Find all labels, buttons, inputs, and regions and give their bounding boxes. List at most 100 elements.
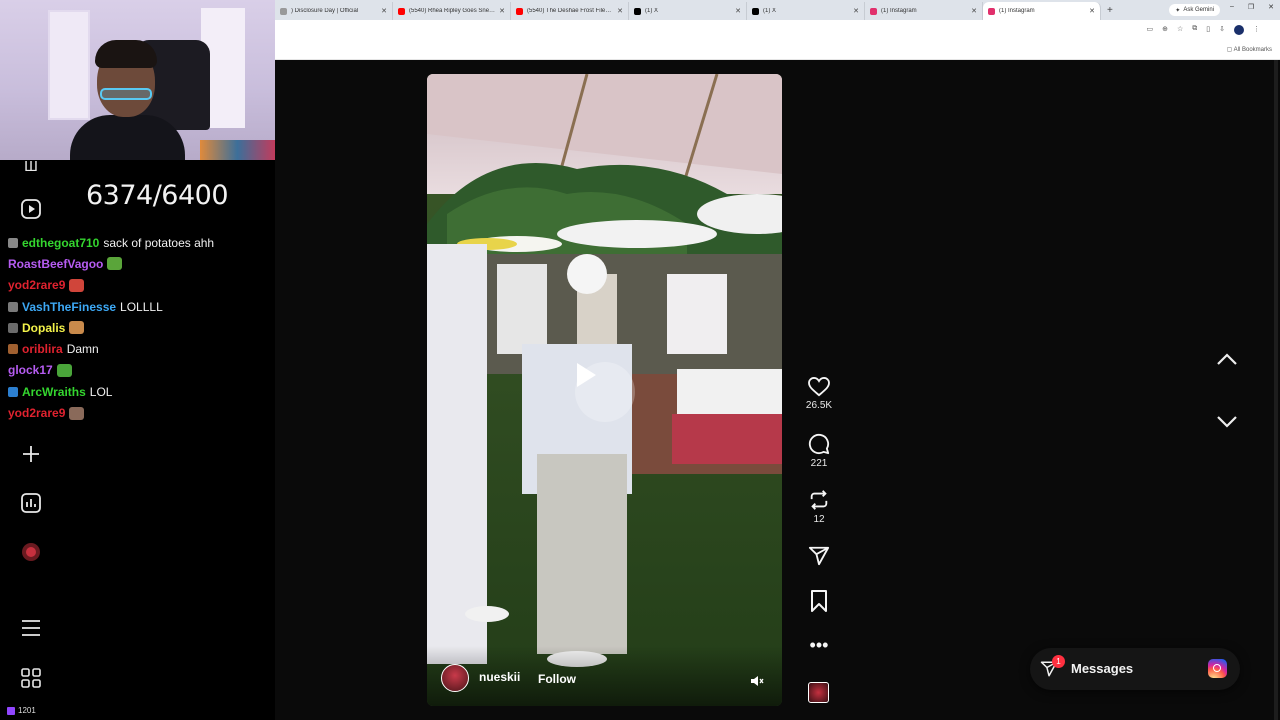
reels-icon[interactable] [20, 198, 42, 220]
chat-message-text: Damn [66, 342, 99, 357]
close-tab-icon[interactable]: ✕ [381, 7, 387, 15]
chat-username[interactable]: yod2rare9 [8, 278, 65, 292]
follow-button[interactable]: Follow [538, 672, 576, 686]
scrollbar[interactable] [1274, 60, 1278, 720]
chat-username[interactable]: yod2rare9 [8, 406, 65, 420]
tab-favicon-icon [398, 7, 405, 15]
all-bookmarks-label: All Bookmarks [1233, 47, 1272, 53]
stream-chat: edthegoat710 sack of potatoes ahh RoastBee… [8, 232, 268, 424]
repost-button[interactable]: 12 [800, 489, 838, 525]
chat-badge-icon [8, 237, 18, 248]
all-bookmarks-button[interactable]: ▢ All Bookmarks [1227, 46, 1272, 53]
create-icon[interactable] [20, 443, 42, 465]
profile-avatar-icon[interactable] [20, 541, 42, 563]
repost-count: 12 [813, 514, 825, 525]
menu-hamburger-icon[interactable] [20, 617, 42, 639]
toolbar-icons: ▭ ⊕ ☆ ⧉ ▯ ⇩ ⋮ [1146, 25, 1260, 35]
zoom-icon[interactable]: ⊕ [1162, 25, 1168, 35]
chat-badge-icon [8, 344, 18, 355]
chat-username[interactable]: edthegoat710 [22, 236, 99, 250]
browser-tab[interactable]: ) Disclosure Day | Official ✕ [275, 2, 393, 20]
webcam-door [48, 10, 90, 120]
browser-tab[interactable]: (1) Instagram ✕ [865, 2, 983, 20]
webcam-rug [200, 140, 275, 160]
chat-message-text: LOL [89, 384, 113, 399]
chat-message: yod2rare9 [8, 275, 268, 296]
messages-label: Messages [1071, 661, 1134, 676]
webcam-person-body [70, 115, 185, 160]
browser-tab[interactable]: (5540) The Deshae Frost Files A ✕ [511, 2, 629, 20]
bookmark-star-icon[interactable]: ☆ [1177, 25, 1183, 35]
play-button[interactable] [575, 362, 635, 422]
goal-counter: 6374/6400 [86, 180, 229, 211]
tab-favicon-icon [752, 7, 759, 15]
chat-username[interactable]: glock17 [8, 363, 53, 377]
tab-label: (1) Instagram [881, 8, 917, 14]
audio-thumbnail[interactable] [808, 682, 829, 703]
repost-icon [810, 490, 828, 510]
address-bar[interactable]: ▭ ⊕ ☆ ⧉ ▯ ⇩ ⋮ [275, 20, 1280, 41]
minimize-icon[interactable]: – [1230, 3, 1234, 11]
browser-tab[interactable]: (5540) Rhea Ripley Goes Sneak ✕ [393, 2, 511, 20]
play-icon [577, 363, 596, 387]
browser-tab[interactable]: (1) Instagram ✕ [983, 2, 1101, 20]
chat-message: oriblira Damn [8, 338, 268, 359]
chevron-down-icon [1217, 416, 1237, 428]
previous-reel-button[interactable] [1214, 347, 1240, 373]
viewer-count-value: 1201 [18, 706, 36, 715]
comment-icon [808, 433, 830, 455]
tab-label: (1) Instagram [999, 8, 1035, 14]
downloads-icon[interactable]: ⇩ [1219, 25, 1225, 35]
close-tab-icon[interactable]: ✕ [499, 7, 505, 15]
extensions-icon[interactable]: ⧉ [1192, 25, 1197, 35]
chat-username[interactable]: VashTheFinesse [22, 300, 116, 314]
reel-video[interactable]: nueskii Follow [427, 74, 782, 706]
messages-badge: 1 [1052, 655, 1065, 668]
restore-icon[interactable]: ❐ [1248, 3, 1254, 11]
cast-icon[interactable]: ▭ [1146, 25, 1153, 35]
chat-username[interactable]: Dopalis [22, 321, 65, 335]
ask-gemini-label: Ask Gemini [1183, 7, 1214, 13]
chat-message: glock17 [8, 360, 268, 381]
close-tab-icon[interactable]: ✕ [853, 7, 859, 15]
chat-badge-icon [8, 322, 18, 333]
like-button[interactable]: 26.5K [800, 377, 838, 411]
instagram-logo-icon [1208, 659, 1227, 678]
sidepanel-icon[interactable]: ▯ [1206, 25, 1210, 35]
menu-icon[interactable]: ⋮ [1253, 25, 1260, 35]
next-reel-button[interactable] [1214, 408, 1240, 434]
webcam-overlay [0, 0, 275, 160]
chat-username[interactable]: ArcWraiths [22, 385, 86, 399]
chat-message: yod2rare9 [8, 402, 268, 423]
tab-favicon-icon [280, 7, 287, 15]
messages-button[interactable]: 1 Messages [1030, 648, 1240, 690]
dashboard-icon[interactable] [20, 492, 42, 514]
mute-icon[interactable] [750, 674, 764, 688]
chat-emote-icon [56, 363, 72, 377]
chat-username[interactable]: oriblira [22, 342, 63, 356]
comment-count: 221 [810, 458, 828, 469]
tab-favicon-icon [870, 7, 877, 15]
close-tab-icon[interactable]: ✕ [1089, 7, 1095, 15]
ask-gemini-button[interactable]: ✦ Ask Gemini [1169, 4, 1220, 16]
tab-favicon-icon [988, 7, 995, 15]
tab-label: (5540) The Deshae Frost Files A [527, 8, 614, 14]
chat-username[interactable]: RoastBeefVagoo [8, 257, 103, 271]
share-button[interactable] [800, 545, 838, 567]
close-tab-icon[interactable]: ✕ [617, 7, 623, 15]
more-options-icon[interactable]: ••• [800, 636, 838, 654]
browser-tab[interactable]: (1) X ✕ [629, 2, 747, 20]
close-window-icon[interactable]: ✕ [1268, 3, 1274, 11]
comment-button[interactable]: 221 [800, 433, 838, 469]
new-tab-button[interactable]: + [1107, 5, 1113, 16]
chat-message: VashTheFinesse LOLLLL [8, 296, 268, 317]
profile-avatar[interactable] [1234, 25, 1244, 35]
close-tab-icon[interactable]: ✕ [735, 7, 741, 15]
close-tab-icon[interactable]: ✕ [971, 7, 977, 15]
reel-author-username[interactable]: nueskii [479, 670, 520, 684]
like-count: 26.5K [805, 400, 833, 411]
more-apps-icon[interactable] [20, 667, 42, 689]
save-button[interactable] [800, 590, 838, 612]
browser-tab[interactable]: (1) X ✕ [747, 2, 865, 20]
reel-author-avatar[interactable] [441, 664, 469, 692]
